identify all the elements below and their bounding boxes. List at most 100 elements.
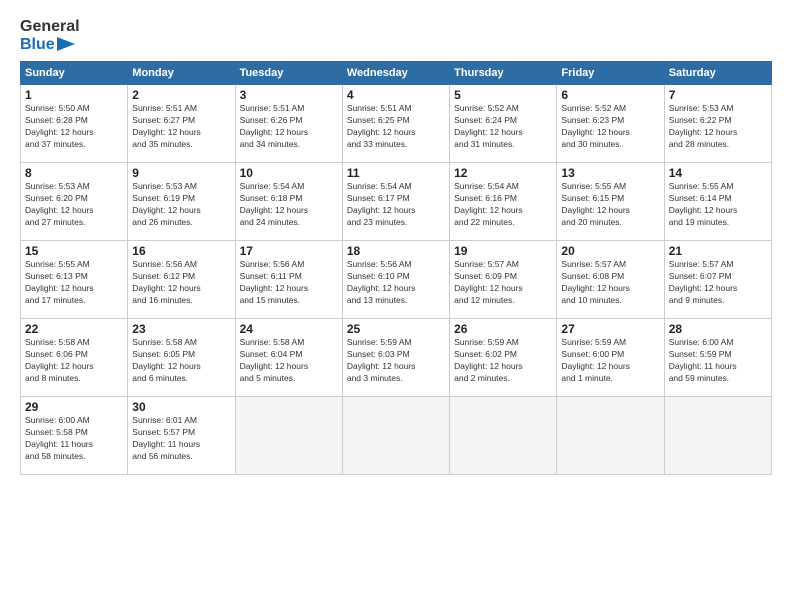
day-info: Sunrise: 5:50 AM Sunset: 6:28 PM Dayligh… (25, 103, 123, 151)
day-info: Sunrise: 5:56 AM Sunset: 6:11 PM Dayligh… (240, 259, 338, 307)
day-number: 30 (132, 400, 230, 414)
day-number: 14 (669, 166, 767, 180)
header: GeneralBlue (20, 18, 772, 53)
day-info: Sunrise: 5:57 AM Sunset: 6:09 PM Dayligh… (454, 259, 552, 307)
day-info: Sunrise: 5:58 AM Sunset: 6:05 PM Dayligh… (132, 337, 230, 385)
day-info: Sunrise: 6:00 AM Sunset: 5:59 PM Dayligh… (669, 337, 767, 385)
col-header-thursday: Thursday (450, 62, 557, 85)
col-header-friday: Friday (557, 62, 664, 85)
logo: GeneralBlue (20, 18, 80, 53)
calendar-cell: 19Sunrise: 5:57 AM Sunset: 6:09 PM Dayli… (450, 241, 557, 319)
week-row: 8Sunrise: 5:53 AM Sunset: 6:20 PM Daylig… (21, 163, 772, 241)
calendar-cell: 7Sunrise: 5:53 AM Sunset: 6:22 PM Daylig… (664, 85, 771, 163)
day-number: 12 (454, 166, 552, 180)
day-info: Sunrise: 5:56 AM Sunset: 6:12 PM Dayligh… (132, 259, 230, 307)
calendar-cell: 9Sunrise: 5:53 AM Sunset: 6:19 PM Daylig… (128, 163, 235, 241)
day-number: 11 (347, 166, 445, 180)
day-info: Sunrise: 6:01 AM Sunset: 5:57 PM Dayligh… (132, 415, 230, 463)
col-header-sunday: Sunday (21, 62, 128, 85)
calendar-cell: 6Sunrise: 5:52 AM Sunset: 6:23 PM Daylig… (557, 85, 664, 163)
week-row: 29Sunrise: 6:00 AM Sunset: 5:58 PM Dayli… (21, 397, 772, 475)
calendar-cell: 17Sunrise: 5:56 AM Sunset: 6:11 PM Dayli… (235, 241, 342, 319)
col-header-wednesday: Wednesday (342, 62, 449, 85)
day-info: Sunrise: 5:55 AM Sunset: 6:15 PM Dayligh… (561, 181, 659, 229)
day-info: Sunrise: 5:57 AM Sunset: 6:07 PM Dayligh… (669, 259, 767, 307)
day-info: Sunrise: 5:54 AM Sunset: 6:17 PM Dayligh… (347, 181, 445, 229)
calendar-cell: 5Sunrise: 5:52 AM Sunset: 6:24 PM Daylig… (450, 85, 557, 163)
day-number: 28 (669, 322, 767, 336)
day-number: 29 (25, 400, 123, 414)
day-info: Sunrise: 5:52 AM Sunset: 6:24 PM Dayligh… (454, 103, 552, 151)
day-info: Sunrise: 5:52 AM Sunset: 6:23 PM Dayligh… (561, 103, 659, 151)
day-info: Sunrise: 5:59 AM Sunset: 6:02 PM Dayligh… (454, 337, 552, 385)
day-number: 13 (561, 166, 659, 180)
calendar-cell: 18Sunrise: 5:56 AM Sunset: 6:10 PM Dayli… (342, 241, 449, 319)
col-header-monday: Monday (128, 62, 235, 85)
day-info: Sunrise: 5:55 AM Sunset: 6:13 PM Dayligh… (25, 259, 123, 307)
calendar-cell: 16Sunrise: 5:56 AM Sunset: 6:12 PM Dayli… (128, 241, 235, 319)
header-row: SundayMondayTuesdayWednesdayThursdayFrid… (21, 62, 772, 85)
calendar-cell (342, 397, 449, 475)
calendar-cell: 29Sunrise: 6:00 AM Sunset: 5:58 PM Dayli… (21, 397, 128, 475)
day-info: Sunrise: 5:57 AM Sunset: 6:08 PM Dayligh… (561, 259, 659, 307)
day-number: 16 (132, 244, 230, 258)
day-number: 8 (25, 166, 123, 180)
calendar-cell: 30Sunrise: 6:01 AM Sunset: 5:57 PM Dayli… (128, 397, 235, 475)
calendar-cell: 15Sunrise: 5:55 AM Sunset: 6:13 PM Dayli… (21, 241, 128, 319)
logo-general: General (20, 18, 80, 36)
calendar-cell: 20Sunrise: 5:57 AM Sunset: 6:08 PM Dayli… (557, 241, 664, 319)
calendar-cell: 27Sunrise: 5:59 AM Sunset: 6:00 PM Dayli… (557, 319, 664, 397)
day-info: Sunrise: 5:59 AM Sunset: 6:00 PM Dayligh… (561, 337, 659, 385)
day-number: 1 (25, 88, 123, 102)
day-number: 19 (454, 244, 552, 258)
day-info: Sunrise: 5:59 AM Sunset: 6:03 PM Dayligh… (347, 337, 445, 385)
calendar-page: GeneralBlue SundayMondayTuesdayWednesday… (0, 0, 792, 612)
day-number: 2 (132, 88, 230, 102)
calendar-cell (557, 397, 664, 475)
day-info: Sunrise: 5:58 AM Sunset: 6:06 PM Dayligh… (25, 337, 123, 385)
col-header-saturday: Saturday (664, 62, 771, 85)
day-number: 23 (132, 322, 230, 336)
calendar-cell: 8Sunrise: 5:53 AM Sunset: 6:20 PM Daylig… (21, 163, 128, 241)
day-info: Sunrise: 5:53 AM Sunset: 6:19 PM Dayligh… (132, 181, 230, 229)
calendar-cell: 21Sunrise: 5:57 AM Sunset: 6:07 PM Dayli… (664, 241, 771, 319)
day-number: 17 (240, 244, 338, 258)
calendar-table: SundayMondayTuesdayWednesdayThursdayFrid… (20, 61, 772, 475)
day-number: 10 (240, 166, 338, 180)
day-info: Sunrise: 5:51 AM Sunset: 6:26 PM Dayligh… (240, 103, 338, 151)
day-number: 5 (454, 88, 552, 102)
calendar-cell: 1Sunrise: 5:50 AM Sunset: 6:28 PM Daylig… (21, 85, 128, 163)
day-number: 6 (561, 88, 659, 102)
day-info: Sunrise: 5:53 AM Sunset: 6:20 PM Dayligh… (25, 181, 123, 229)
day-number: 15 (25, 244, 123, 258)
day-info: Sunrise: 5:55 AM Sunset: 6:14 PM Dayligh… (669, 181, 767, 229)
calendar-cell: 12Sunrise: 5:54 AM Sunset: 6:16 PM Dayli… (450, 163, 557, 241)
day-number: 25 (347, 322, 445, 336)
day-number: 21 (669, 244, 767, 258)
day-number: 24 (240, 322, 338, 336)
calendar-cell (235, 397, 342, 475)
calendar-cell: 11Sunrise: 5:54 AM Sunset: 6:17 PM Dayli… (342, 163, 449, 241)
day-number: 18 (347, 244, 445, 258)
day-number: 4 (347, 88, 445, 102)
day-info: Sunrise: 5:51 AM Sunset: 6:27 PM Dayligh… (132, 103, 230, 151)
day-info: Sunrise: 5:53 AM Sunset: 6:22 PM Dayligh… (669, 103, 767, 151)
day-info: Sunrise: 5:56 AM Sunset: 6:10 PM Dayligh… (347, 259, 445, 307)
day-number: 27 (561, 322, 659, 336)
day-info: Sunrise: 5:54 AM Sunset: 6:16 PM Dayligh… (454, 181, 552, 229)
logo-blue: Blue (20, 36, 55, 54)
calendar-cell: 24Sunrise: 5:58 AM Sunset: 6:04 PM Dayli… (235, 319, 342, 397)
day-info: Sunrise: 6:00 AM Sunset: 5:58 PM Dayligh… (25, 415, 123, 463)
day-info: Sunrise: 5:51 AM Sunset: 6:25 PM Dayligh… (347, 103, 445, 151)
calendar-cell: 2Sunrise: 5:51 AM Sunset: 6:27 PM Daylig… (128, 85, 235, 163)
calendar-cell (450, 397, 557, 475)
calendar-cell: 14Sunrise: 5:55 AM Sunset: 6:14 PM Dayli… (664, 163, 771, 241)
calendar-cell: 3Sunrise: 5:51 AM Sunset: 6:26 PM Daylig… (235, 85, 342, 163)
day-number: 3 (240, 88, 338, 102)
week-row: 22Sunrise: 5:58 AM Sunset: 6:06 PM Dayli… (21, 319, 772, 397)
week-row: 15Sunrise: 5:55 AM Sunset: 6:13 PM Dayli… (21, 241, 772, 319)
week-row: 1Sunrise: 5:50 AM Sunset: 6:28 PM Daylig… (21, 85, 772, 163)
calendar-cell: 4Sunrise: 5:51 AM Sunset: 6:25 PM Daylig… (342, 85, 449, 163)
day-number: 26 (454, 322, 552, 336)
day-info: Sunrise: 5:58 AM Sunset: 6:04 PM Dayligh… (240, 337, 338, 385)
